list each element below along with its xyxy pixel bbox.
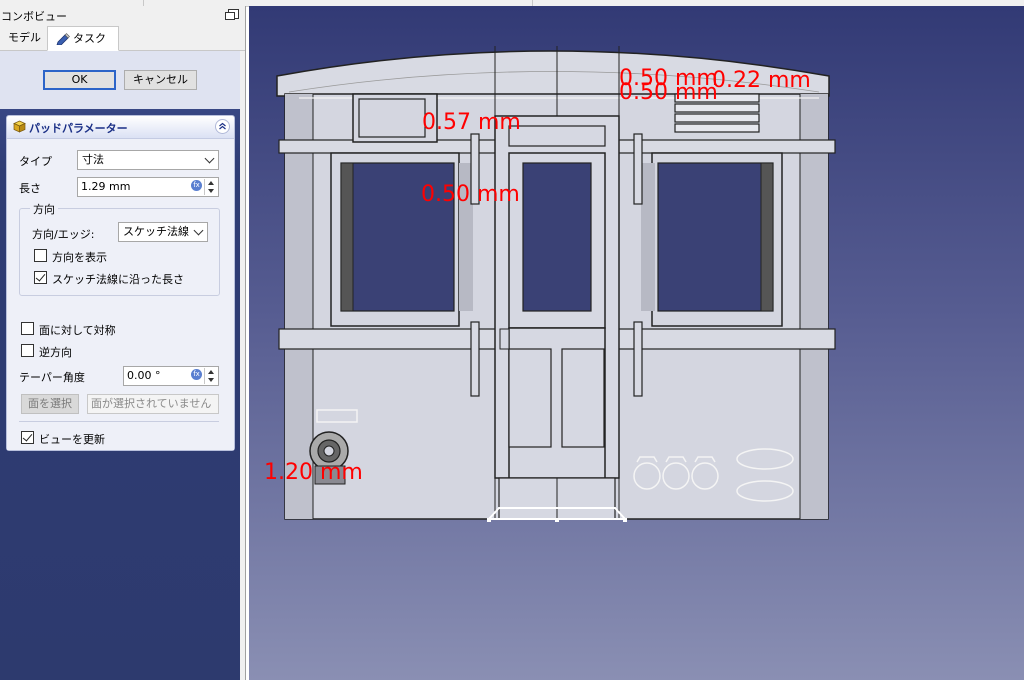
spin-down-icon[interactable] [204,376,217,384]
type-select-value: 寸法 [82,153,104,166]
show-direction-checkbox[interactable] [34,249,47,262]
direction-edge-label: 方向/エッジ: [32,228,95,241]
show-direction-label: 方向を表示 [52,251,107,264]
dimension-label[interactable]: 0.22 mm [712,70,811,92]
float-panel-button[interactable] [225,9,239,20]
symmetric-checkbox[interactable] [21,322,34,335]
direction-edge-value: スケッチ法線 [123,225,189,238]
combo-tabs: モデル タスク [0,26,245,51]
dimension-label[interactable]: 1.20 mm [264,462,363,484]
separator [19,421,219,422]
combo-view-title: コンボビュー [1,10,67,23]
reversed-checkbox[interactable] [21,344,34,357]
tab-task-label: タスク [73,32,106,45]
pad-cube-icon [13,120,26,133]
symmetric-label: 面に対して対称 [39,324,116,337]
combo-view-panel: コンボビュー モデル タスク OK キャンセル パッドパラメーター タイプ 寸法… [0,6,246,680]
type-select[interactable]: 寸法 [77,150,219,170]
dimension-label[interactable]: 0.50 mm [421,184,520,206]
direction-edge-select[interactable]: スケッチ法線 [118,222,208,242]
spin-down-icon[interactable] [204,187,217,195]
pad-parameters-header[interactable]: パッドパラメーター [7,116,234,139]
length-label: 長さ [19,182,41,195]
update-view-label: ビューを更新 [39,433,105,446]
direction-group: 方向 方向/エッジ: スケッチ法線 方向を表示 スケッチ法線に沿った長さ [19,201,220,296]
task-area: OK キャンセル パッドパラメーター タイプ 寸法 長さ 1.29 mm fx … [0,51,240,680]
chevron-down-icon [193,225,204,236]
along-sketch-normal-checkbox[interactable] [34,271,47,284]
expression-icon[interactable]: fx [191,369,202,380]
taper-angle-input[interactable]: 0.00 ° fx [123,366,219,386]
type-label: タイプ [19,155,52,168]
ok-button[interactable]: OK [43,70,116,90]
model-drawing [276,46,836,522]
tab-task[interactable]: タスク [47,26,119,51]
combo-view-titlebar: コンボビュー [0,6,245,24]
select-face-button[interactable]: 面を選択 [21,394,79,414]
expression-icon[interactable]: fx [191,180,202,191]
dimension-label[interactable]: 0.50 mm [619,82,718,104]
update-view-checkbox[interactable] [21,431,34,444]
spin-up-icon[interactable] [204,179,217,187]
pad-parameters-body: タイプ 寸法 長さ 1.29 mm fx 方向 方向/エッジ: スケッチ法線 方… [7,139,234,450]
dialog-button-row: OK キャンセル [0,51,240,109]
3d-viewport[interactable]: 0.50 mm 0.50 mm 0.22 mm 0.57 mm 0.50 mm … [249,6,1024,680]
length-input-value: 1.29 mm [81,180,131,193]
along-sketch-normal-label: スケッチ法線に沿った長さ [52,273,184,286]
taper-angle-value: 0.00 ° [127,369,161,382]
collapse-icon[interactable] [215,119,230,134]
dimension-label[interactable]: 0.57 mm [422,112,521,134]
tab-model-label: モデル [8,31,41,44]
taper-angle-label: テーパー角度 [19,371,85,384]
direction-group-title: 方向 [30,201,58,217]
pad-parameters-panel: パッドパラメーター タイプ 寸法 長さ 1.29 mm fx 方向 方向/エッジ… [6,115,235,451]
pencil-icon [56,33,70,45]
reversed-label: 逆方向 [39,346,72,359]
length-input[interactable]: 1.29 mm fx [77,177,219,197]
selected-face-field: 面が選択されていません [87,394,219,414]
spin-up-icon[interactable] [204,368,217,376]
cancel-button[interactable]: キャンセル [124,70,197,90]
tab-model[interactable]: モデル [0,26,49,49]
pad-parameters-title: パッドパラメーター [29,122,128,135]
chevron-down-icon [204,153,215,164]
